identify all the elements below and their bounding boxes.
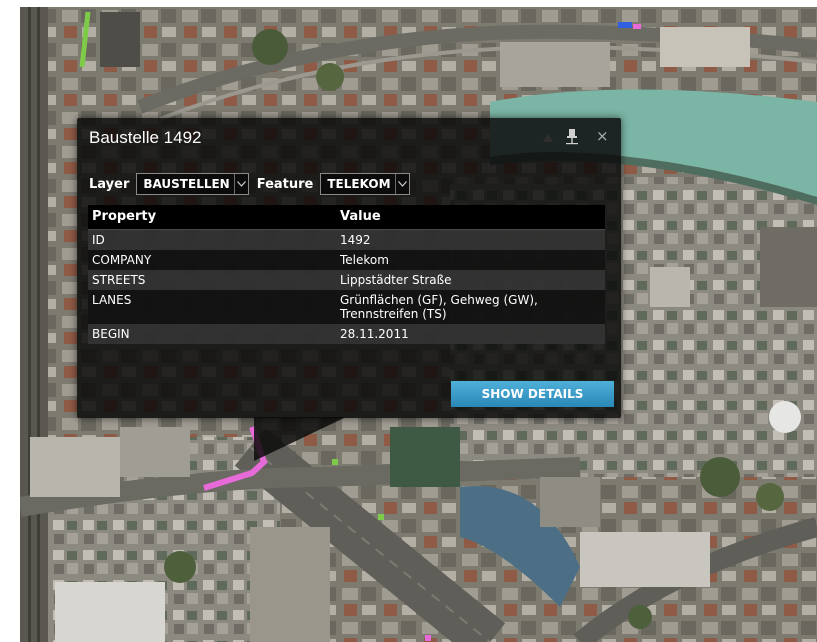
value-cell: Telekom xyxy=(336,249,605,270)
layer-dropdown[interactable]: BAUSTELLEN xyxy=(136,173,249,195)
table-row: BEGIN 28.11.2011 xyxy=(88,323,605,344)
close-icon[interactable]: × xyxy=(596,127,609,145)
property-cell: BEGIN xyxy=(88,323,336,344)
feature-label: Feature xyxy=(256,176,314,192)
layer-dropdown-value: BAUSTELLEN xyxy=(143,177,230,191)
feature-dropdown[interactable]: TELEKOM xyxy=(320,173,410,195)
popup-pointer xyxy=(254,417,346,461)
table-row: COMPANY Telekom xyxy=(88,249,605,270)
feature-popup: Baustelle 1492 Layer BAUSTELLEN Feature … xyxy=(77,118,621,418)
column-header-property: Property xyxy=(88,205,336,230)
column-header-value: Value xyxy=(336,205,605,230)
property-cell: LANES xyxy=(88,289,336,324)
show-details-button[interactable]: SHOW DETAILS xyxy=(451,381,614,407)
property-cell: COMPANY xyxy=(88,249,336,270)
table-row: ID 1492 xyxy=(88,229,605,250)
table-row: LANES Grünflächen (GF), Gehweg (GW), Tre… xyxy=(88,289,605,324)
value-cell: 1492 xyxy=(336,229,605,250)
chevron-down-icon xyxy=(394,174,409,194)
popup-title: Baustelle 1492 xyxy=(89,128,202,147)
table-header-row: Property Value xyxy=(88,205,605,230)
dim-icon[interactable] xyxy=(542,131,554,143)
value-cell: Grünflächen (GF), Gehweg (GW), Trennstre… xyxy=(336,289,605,324)
layer-label: Layer xyxy=(89,176,130,192)
properties-table: Property Value ID 1492 COMPANY Telekom S… xyxy=(88,205,605,344)
layer-feature-selectors: Layer BAUSTELLEN Feature TELEKOM xyxy=(89,172,418,196)
property-cell: ID xyxy=(88,229,336,250)
value-cell: 28.11.2011 xyxy=(336,323,605,344)
feature-dropdown-value: TELEKOM xyxy=(327,177,391,191)
table-row: STREETS Lippstädter Straße xyxy=(88,269,605,290)
pin-icon[interactable] xyxy=(565,128,579,146)
value-cell: Lippstädter Straße xyxy=(336,269,605,290)
property-cell: STREETS xyxy=(88,269,336,290)
chevron-down-icon xyxy=(233,174,248,194)
